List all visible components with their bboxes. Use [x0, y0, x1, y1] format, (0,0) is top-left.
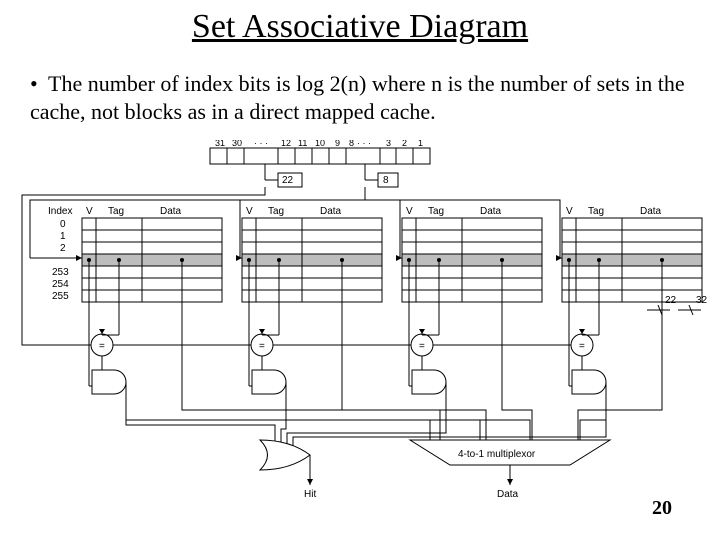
or-gate: Hit: [260, 440, 316, 500]
svg-text:=: =: [419, 341, 425, 352]
svg-text:11: 11: [298, 140, 307, 148]
svg-text:253: 253: [52, 267, 69, 278]
data-output-label: Data: [497, 489, 519, 500]
set-associative-diagram: 31 30 · · · 12 11 10 9 8 · · · 3 2 1 22 …: [10, 140, 710, 500]
svg-text:0: 0: [60, 219, 66, 230]
svg-text:3: 3: [386, 140, 391, 148]
svg-text:V: V: [566, 206, 573, 217]
cache-way-3: V Tag Data: [562, 206, 702, 302]
svg-text:8: 8: [349, 140, 354, 148]
index-width-label: 8: [383, 175, 389, 186]
svg-text:32: 32: [696, 295, 708, 306]
svg-text:30: 30: [232, 140, 242, 148]
svg-text:Data: Data: [640, 206, 662, 217]
svg-text:Index: Index: [48, 206, 72, 217]
svg-text:1: 1: [418, 140, 423, 148]
svg-text:2: 2: [402, 140, 407, 148]
slide-title: Set Associative Diagram: [0, 8, 720, 46]
svg-text:· · ·: · · ·: [254, 140, 268, 148]
svg-text:4-to-1 multiplexor: 4-to-1 multiplexor: [458, 449, 536, 460]
svg-text:V: V: [86, 206, 93, 217]
svg-text:=: =: [259, 341, 265, 352]
svg-text:Tag: Tag: [428, 206, 444, 217]
tag-width-label: 22: [282, 175, 294, 186]
svg-text:2: 2: [60, 243, 66, 254]
cache-way-0: V Tag Data: [82, 206, 222, 302]
svg-text:9: 9: [335, 140, 340, 148]
address-register: 31 30 · · · 12 11 10 9 8 · · · 3 2 1: [210, 140, 430, 164]
bullet-content: The number of index bits is log 2(n) whe…: [30, 71, 685, 124]
svg-text:10: 10: [315, 140, 325, 148]
svg-text:255: 255: [52, 291, 69, 302]
svg-text:31: 31: [215, 140, 225, 148]
svg-text:254: 254: [52, 279, 69, 290]
cache-way-2: V Tag Data: [402, 206, 542, 302]
svg-text:1: 1: [60, 231, 66, 242]
mux: 4-to-1 multiplexor Data: [410, 440, 610, 500]
field-wires: 22 8: [265, 164, 398, 187]
page-number: 20: [652, 497, 672, 520]
index-column: Index 0 1 2 253 254 255: [48, 206, 72, 302]
hit-output-label: Hit: [304, 489, 316, 500]
svg-text:· · ·: · · ·: [357, 140, 371, 148]
cache-way-1: V Tag Data: [242, 206, 382, 302]
svg-text:V: V: [246, 206, 253, 217]
svg-text:12: 12: [281, 140, 291, 148]
svg-text:V: V: [406, 206, 413, 217]
svg-text:Data: Data: [320, 206, 342, 217]
bullet-text: •The number of index bits is log 2(n) wh…: [30, 70, 690, 125]
svg-text:22: 22: [665, 295, 677, 306]
svg-text:Data: Data: [160, 206, 182, 217]
svg-text:=: =: [579, 341, 585, 352]
svg-text:Tag: Tag: [108, 206, 124, 217]
svg-text:Tag: Tag: [268, 206, 284, 217]
svg-text:=: =: [99, 341, 105, 352]
svg-text:Tag: Tag: [588, 206, 604, 217]
svg-text:Data: Data: [480, 206, 502, 217]
